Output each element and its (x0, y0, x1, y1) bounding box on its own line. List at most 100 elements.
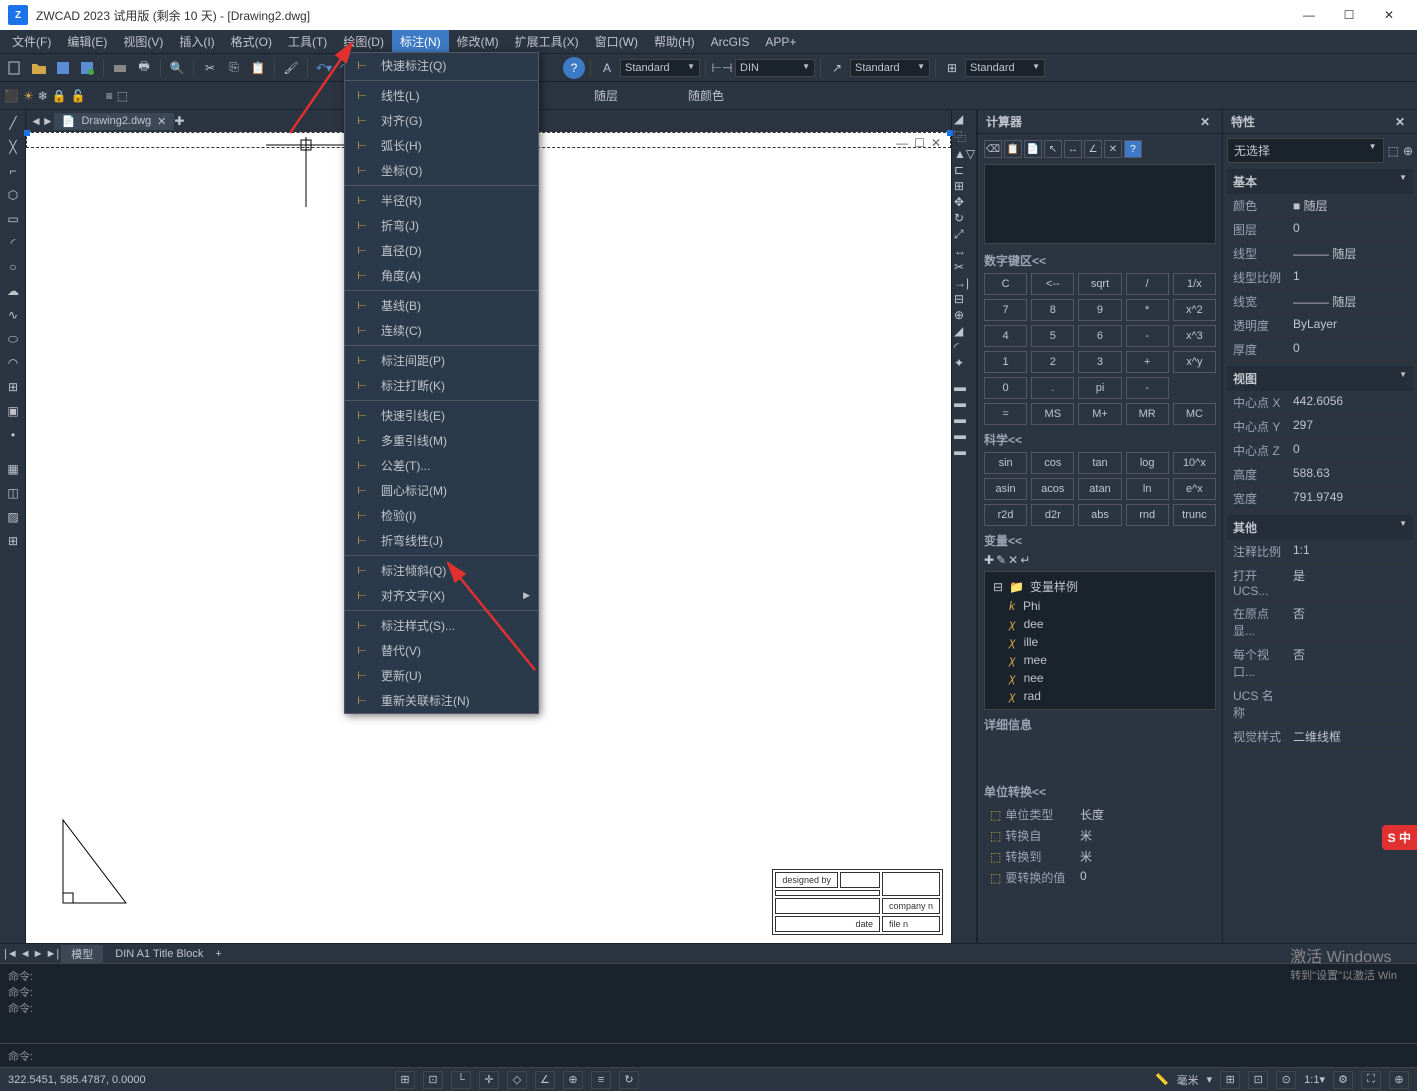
insert-tool-icon[interactable]: ⊞ (2, 376, 24, 398)
calc-button[interactable]: MR (1126, 403, 1169, 425)
explode-tool-icon[interactable]: ✦ (954, 356, 974, 370)
menu-item[interactable]: 编辑(E) (59, 30, 115, 53)
minimize-button[interactable]: — (1289, 1, 1329, 29)
unit-header[interactable]: 单位转换<< (984, 783, 1216, 800)
calc-button[interactable]: MS (1031, 403, 1074, 425)
textstyle-combo[interactable]: Standard (620, 59, 700, 77)
match-icon[interactable]: 🖌 (280, 57, 302, 79)
print-preview-icon[interactable]: 🖶 (133, 57, 155, 79)
viewport-max-icon[interactable]: ☐ (914, 136, 925, 150)
tab-close-icon[interactable]: ✕ (157, 115, 166, 128)
offset-tool-icon[interactable]: ⊏ (954, 163, 974, 177)
props-row[interactable]: 每个视口...否 (1227, 643, 1413, 684)
ortho-toggle-icon[interactable]: └ (451, 1071, 471, 1089)
dropdown-menu-item[interactable]: ⊢公差(T)... (345, 453, 538, 478)
menu-item[interactable]: 插入(I) (171, 30, 222, 53)
calc-button[interactable]: x^y (1173, 351, 1216, 373)
props-row[interactable]: 线型——— 随层 (1227, 242, 1413, 266)
status-icon-5[interactable]: ⛶ (1361, 1071, 1381, 1089)
dropdown-menu-item[interactable]: ⊢连续(C) (345, 318, 538, 343)
dropdown-menu-item[interactable]: ⊢折弯线性(J) (345, 528, 538, 553)
dropdown-menu-item[interactable]: ⊢重新关联标注(N) (345, 688, 538, 713)
gradient-tool-icon[interactable]: ◫ (2, 482, 24, 504)
props-row[interactable]: 线宽——— 随层 (1227, 290, 1413, 314)
calc-display[interactable] (984, 164, 1216, 244)
calc-button[interactable]: 2 (1031, 351, 1074, 373)
calc-sci-button[interactable]: tan (1078, 452, 1121, 474)
menu-item[interactable]: APP+ (757, 32, 804, 52)
layer5-icon[interactable]: ▬ (954, 444, 974, 458)
dropdown-menu-item[interactable]: ⊢检验(I) (345, 503, 538, 528)
scale-tool-icon[interactable]: ⤢ (954, 227, 974, 242)
props-row[interactable]: 颜色■ 随层 (1227, 194, 1413, 218)
unit-row[interactable]: ⬚要转换的值0 (984, 867, 1216, 888)
calc-button[interactable]: x^3 (1173, 325, 1216, 347)
variable-item[interactable]: χille (989, 633, 1211, 651)
arc-tool-icon[interactable]: ◜ (2, 232, 24, 254)
calc-button[interactable]: + (1126, 351, 1169, 373)
calc-button[interactable]: / (1126, 273, 1169, 295)
menu-item[interactable]: 窗口(W) (587, 30, 646, 53)
calc-button[interactable]: 7 (984, 299, 1027, 321)
revcloud-tool-icon[interactable]: ☁ (2, 280, 24, 302)
dropdown-menu-item[interactable]: ⊢半径(R) (345, 188, 538, 213)
polar-toggle-icon[interactable]: ✛ (479, 1071, 499, 1089)
stretch-tool-icon[interactable]: ↔ (954, 244, 974, 258)
dropdown-menu-item[interactable]: ⊢折弯(J) (345, 213, 538, 238)
open-file-icon[interactable] (28, 57, 50, 79)
dropdown-menu-item[interactable]: ⊢多重引线(M) (345, 428, 538, 453)
maximize-button[interactable]: ☐ (1329, 1, 1369, 29)
panel-close-icon[interactable]: ✕ (1391, 115, 1409, 129)
cycle-toggle-icon[interactable]: ↻ (619, 1071, 639, 1089)
saveas-icon[interactable] (76, 57, 98, 79)
tree-collapse-icon[interactable]: ⊟ (993, 580, 1003, 594)
dropdown-menu-item[interactable]: ⊢圆心标记(M) (345, 478, 538, 503)
dropdown-menu-item[interactable]: ⊢标注样式(S)... (345, 613, 538, 638)
props-row[interactable]: 线型比例1 (1227, 266, 1413, 290)
variable-item[interactable]: χdee (989, 615, 1211, 633)
layout-tab[interactable]: DIN A1 Title Block (105, 947, 213, 961)
menu-item[interactable]: 视图(V) (115, 30, 171, 53)
calc-button[interactable]: x^2 (1173, 299, 1216, 321)
table-tool-icon[interactable]: ⊞ (2, 530, 24, 552)
tab-add-icon[interactable]: + (215, 948, 221, 960)
calc-button[interactable]: C (984, 273, 1027, 295)
status-icon-2[interactable]: ⊡ (1248, 1071, 1268, 1089)
dropdown-menu-item[interactable]: ⊢对齐文字(X)▶ (345, 583, 538, 608)
menu-item[interactable]: 工具(T) (280, 30, 335, 53)
variable-item[interactable]: kPhi (989, 597, 1211, 615)
circle-tool-icon[interactable]: ○ (2, 256, 24, 278)
layer4-icon[interactable]: ▬ (954, 428, 974, 442)
find-icon[interactable]: 🔍 (166, 57, 188, 79)
erase-tool-icon[interactable]: ◢ (954, 112, 974, 126)
calc-intersect-icon[interactable]: ✕ (1104, 140, 1122, 158)
polygon-tool-icon[interactable]: ⬡ (2, 184, 24, 206)
close-button[interactable]: ✕ (1369, 1, 1409, 29)
calc-sci-button[interactable]: cos (1031, 452, 1074, 474)
region-tool-icon[interactable]: ▨ (2, 506, 24, 528)
unit-row[interactable]: ⬚转换到米 (984, 846, 1216, 867)
layer1-icon[interactable]: ▬ (954, 380, 974, 394)
dropdown-menu-item[interactable]: ⊢坐标(O) (345, 158, 538, 183)
menu-item[interactable]: 扩展工具(X) (507, 30, 587, 53)
props-row[interactable]: 图层0 (1227, 218, 1413, 242)
calc-button[interactable]: 5 (1031, 325, 1074, 347)
dropdown-menu-item[interactable]: ⊢快速标注(Q) (345, 53, 538, 78)
calc-button[interactable]: . (1031, 377, 1074, 399)
props-row[interactable]: 在原点显...否 (1227, 602, 1413, 643)
calc-button[interactable]: * (1126, 299, 1169, 321)
calc-button[interactable]: MC (1173, 403, 1216, 425)
calc-button[interactable]: - (1126, 325, 1169, 347)
calc-help-icon[interactable]: ? (1124, 140, 1142, 158)
calc-sci-button[interactable]: log (1126, 452, 1169, 474)
dropdown-menu-item[interactable]: ⊢标注打断(K) (345, 373, 538, 398)
calc-history-icon[interactable]: 📋 (1004, 140, 1022, 158)
otrack-toggle-icon[interactable]: ∠ (535, 1071, 555, 1089)
dimstyle-combo[interactable]: DIN (735, 59, 815, 77)
copy-icon[interactable]: ⎘ (223, 57, 245, 79)
props-row[interactable]: 打开 UCS...是 (1227, 564, 1413, 602)
status-icon-3[interactable]: ⊙ (1276, 1071, 1296, 1089)
dropdown-menu-item[interactable]: ⊢更新(U) (345, 663, 538, 688)
new-file-icon[interactable] (4, 57, 26, 79)
calc-button[interactable]: 9 (1078, 299, 1121, 321)
